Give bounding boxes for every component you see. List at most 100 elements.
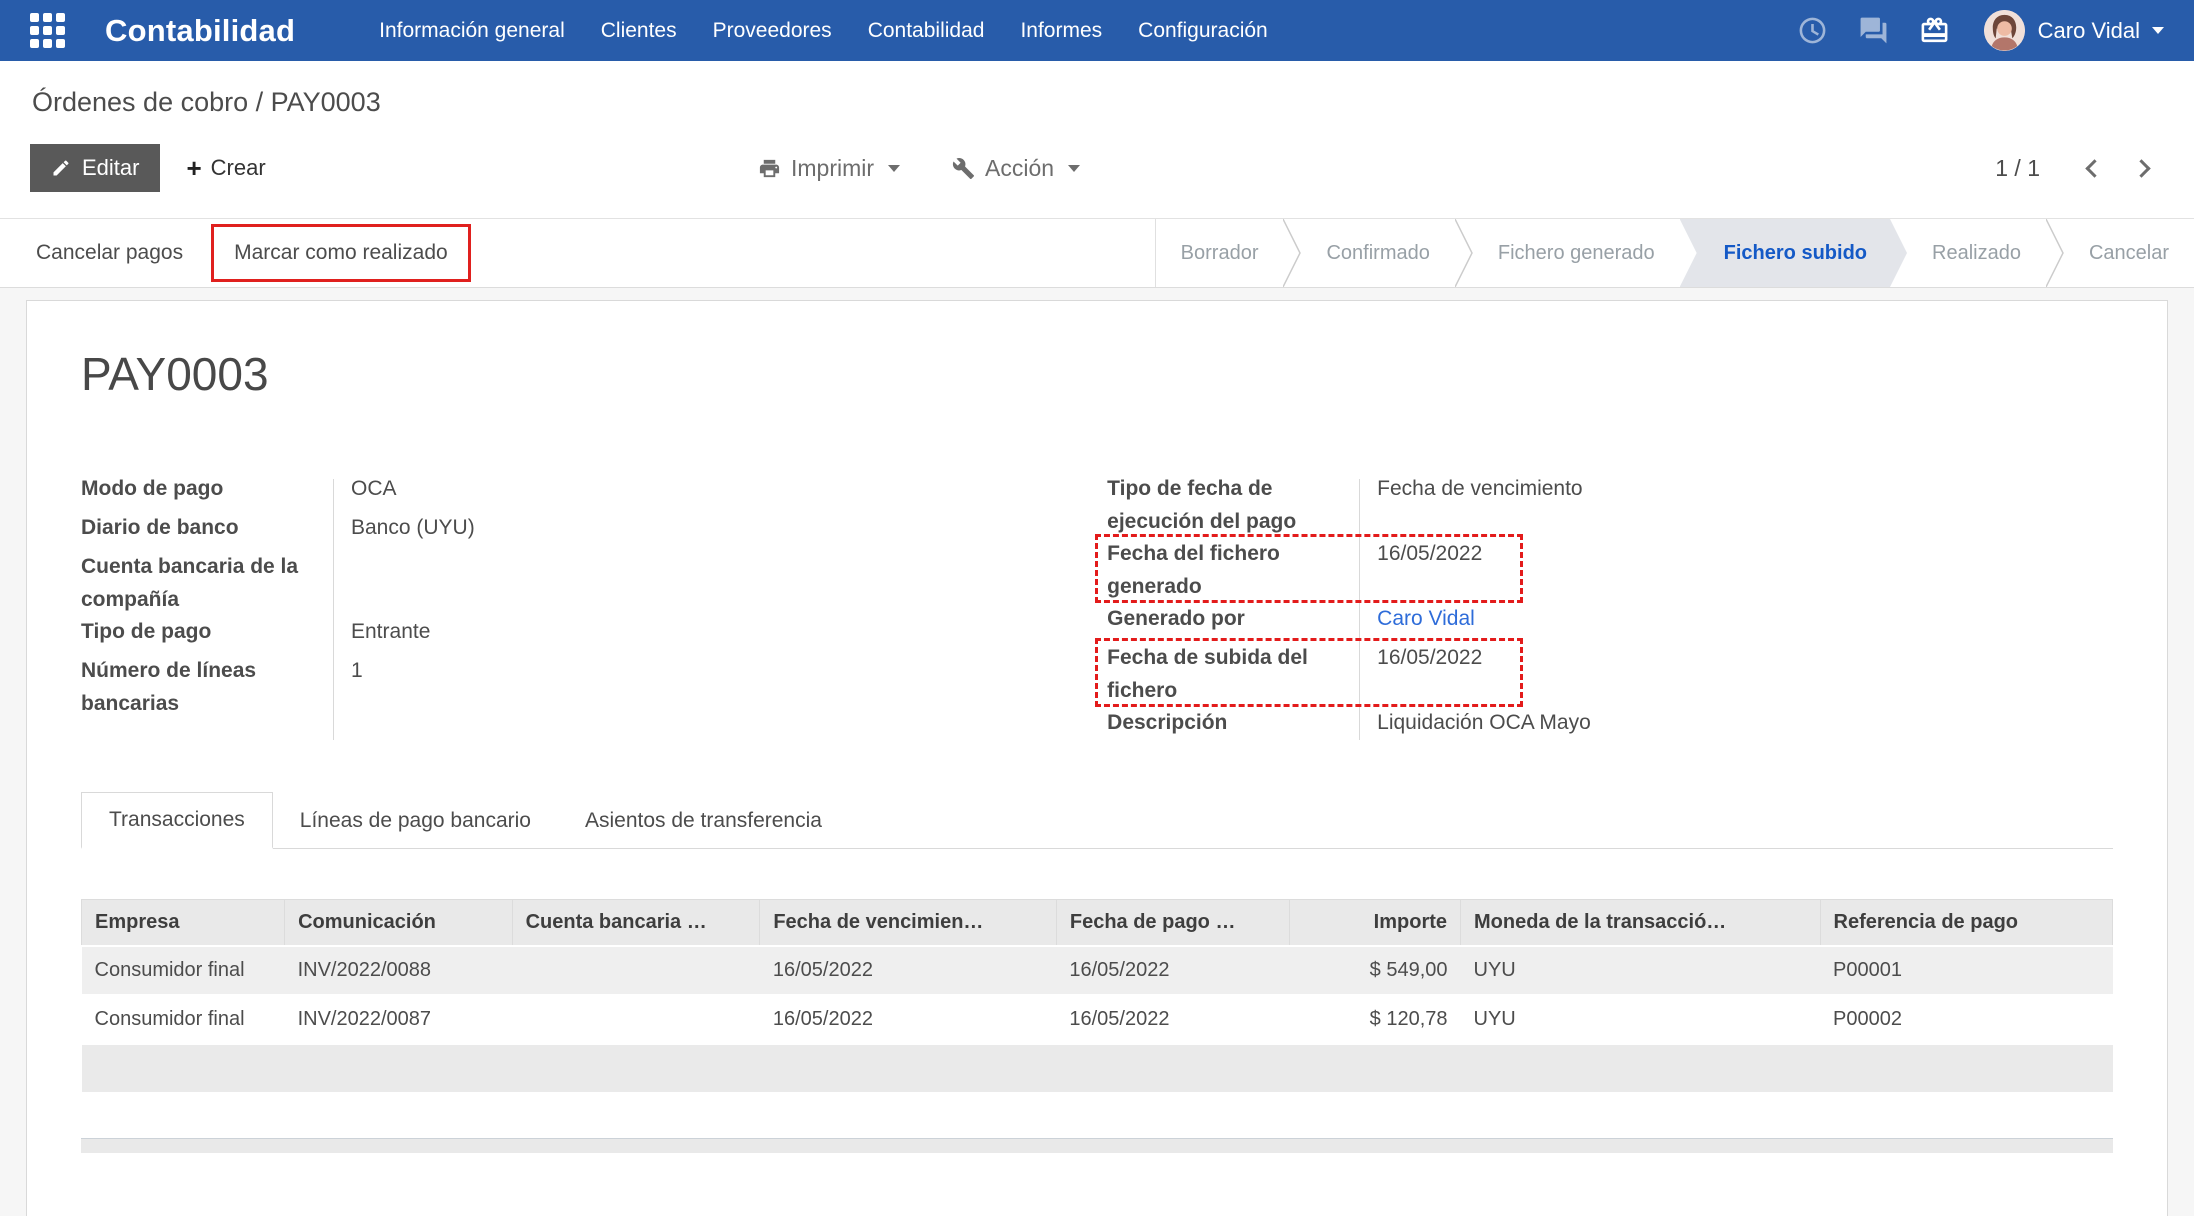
action-button[interactable]: Acción bbox=[952, 155, 1080, 182]
table-empty-row bbox=[82, 1044, 2113, 1092]
field-label: Modo de pago bbox=[81, 473, 333, 506]
print-button[interactable]: Imprimir bbox=[758, 155, 900, 182]
pager-previous-icon[interactable] bbox=[2085, 159, 2103, 177]
cell-fecha-vencimiento: 16/05/2022 bbox=[760, 946, 1057, 995]
table-row[interactable]: Consumidor final INV/2022/0087 16/05/202… bbox=[82, 995, 2113, 1044]
field-diario-de-banco: Diario de banco Banco (UYU) bbox=[81, 512, 1016, 551]
navbar-right: Caro Vidal bbox=[1767, 10, 2164, 51]
cell-moneda: UYU bbox=[1461, 995, 1820, 1044]
gift-icon[interactable] bbox=[1919, 15, 1950, 46]
field-generado-por: Generado por Caro Vidal bbox=[1107, 603, 1920, 642]
cell-moneda: UYU bbox=[1461, 946, 1820, 995]
column-header-referencia[interactable]: Referencia de pago bbox=[1820, 900, 2113, 947]
menu-clientes[interactable]: Clientes bbox=[583, 19, 695, 43]
form-sheet: PAY0003 Modo de pago OCA Diario de banco… bbox=[26, 300, 2168, 1216]
field-value: 16/05/2022 bbox=[1359, 642, 1482, 675]
cell-empresa: Consumidor final bbox=[82, 995, 285, 1044]
cell-fecha-pago: 16/05/2022 bbox=[1056, 946, 1290, 995]
column-header-empresa[interactable]: Empresa bbox=[82, 900, 285, 947]
step-cancelar[interactable]: Cancelar bbox=[2064, 219, 2194, 287]
column-header-fecha-vencimiento[interactable]: Fecha de vencimien… bbox=[760, 900, 1057, 947]
mark-done-button[interactable]: Marcar como realizado bbox=[220, 231, 462, 275]
menu-informacion-general[interactable]: Información general bbox=[361, 19, 583, 43]
step-separator bbox=[2046, 219, 2064, 287]
statusbar: Cancelar pagos Marcar como realizado Bor… bbox=[0, 218, 2194, 288]
column-header-fecha-pago[interactable]: Fecha de pago … bbox=[1056, 900, 1290, 947]
menu-proveedores[interactable]: Proveedores bbox=[695, 19, 850, 43]
cell-cuenta-bancaria bbox=[512, 995, 760, 1044]
avatar[interactable] bbox=[1984, 10, 2025, 51]
field-modo-de-pago: Modo de pago OCA bbox=[81, 473, 1016, 512]
menu-configuracion[interactable]: Configuración bbox=[1120, 19, 1286, 43]
field-label: Tipo de pago bbox=[81, 616, 333, 649]
printer-icon bbox=[758, 157, 781, 180]
field-fecha-fichero-generado: Fecha del fichero generado 16/05/2022 bbox=[1107, 538, 1920, 603]
column-header-importe[interactable]: Importe bbox=[1290, 900, 1461, 947]
field-label: Cuenta bancaria de la compañía bbox=[81, 551, 333, 616]
field-groups: Modo de pago OCA Diario de banco Banco (… bbox=[81, 473, 2113, 746]
cell-fecha-pago: 16/05/2022 bbox=[1056, 995, 1290, 1044]
cell-empresa: Consumidor final bbox=[82, 946, 285, 995]
field-value: Entrante bbox=[333, 616, 430, 649]
field-label: Fecha de subida del fichero bbox=[1107, 642, 1359, 707]
tab-asientos-transferencia[interactable]: Asientos de transferencia bbox=[558, 794, 849, 848]
menu-contabilidad[interactable]: Contabilidad bbox=[850, 19, 1003, 43]
field-group-right: Tipo de fecha de ejecución del pago Fech… bbox=[1107, 473, 1920, 746]
step-separator bbox=[1283, 219, 1301, 287]
cell-cuenta-bancaria bbox=[512, 946, 760, 995]
cell-comunicacion: INV/2022/0088 bbox=[285, 946, 512, 995]
cell-comunicacion: INV/2022/0087 bbox=[285, 995, 512, 1044]
field-tipo-de-pago: Tipo de pago Entrante bbox=[81, 616, 1016, 655]
column-header-cuenta-bancaria[interactable]: Cuenta bancaria … bbox=[512, 900, 760, 947]
pager-next-icon[interactable] bbox=[2132, 159, 2150, 177]
field-descripcion: Descripción Liquidación OCA Mayo bbox=[1107, 707, 1920, 746]
generated-by-link[interactable]: Caro Vidal bbox=[1359, 603, 1475, 636]
record-title: PAY0003 bbox=[81, 347, 2113, 401]
toolbar-center: Imprimir Acción bbox=[758, 155, 1080, 182]
menu-informes[interactable]: Informes bbox=[1002, 19, 1120, 43]
create-button-label: Crear bbox=[211, 155, 266, 181]
chevron-down-icon bbox=[888, 165, 900, 172]
field-tipo-fecha-ejecucion: Tipo de fecha de ejecución del pago Fech… bbox=[1107, 473, 1920, 538]
field-fecha-subida-fichero: Fecha de subida del fichero 16/05/2022 bbox=[1107, 642, 1920, 707]
field-label: Generado por bbox=[1107, 603, 1359, 636]
app-brand[interactable]: Contabilidad bbox=[105, 13, 295, 49]
step-fichero-subido[interactable]: Fichero subido bbox=[1680, 219, 1907, 287]
tab-transacciones[interactable]: Transacciones bbox=[81, 792, 273, 849]
print-button-label: Imprimir bbox=[791, 155, 874, 182]
field-label: Número de líneas bancarias bbox=[81, 655, 333, 720]
clock-icon[interactable] bbox=[1797, 15, 1828, 46]
pager: 1 / 1 bbox=[1995, 155, 2164, 182]
main-menu: Información general Clientes Proveedores… bbox=[361, 0, 1286, 61]
cancel-payments-button[interactable]: Cancelar pagos bbox=[22, 231, 197, 275]
breadcrumb[interactable]: Órdenes de cobro / PAY0003 bbox=[32, 87, 2164, 118]
field-label: Diario de banco bbox=[81, 512, 333, 545]
notebook-tabs: Transacciones Líneas de pago bancario As… bbox=[81, 792, 2113, 849]
cell-referencia: P00001 bbox=[1820, 946, 2113, 995]
transactions-table: Empresa Comunicación Cuenta bancaria … F… bbox=[81, 899, 2113, 1092]
field-group-left: Modo de pago OCA Diario de banco Banco (… bbox=[81, 473, 1016, 746]
field-label: Fecha del fichero generado bbox=[1107, 538, 1359, 603]
cell-importe: $ 549,00 bbox=[1290, 946, 1461, 995]
content-area: PAY0003 Modo de pago OCA Diario de banco… bbox=[0, 288, 2194, 1216]
step-confirmado[interactable]: Confirmado bbox=[1301, 219, 1454, 287]
tab-lineas-pago-bancario[interactable]: Líneas de pago bancario bbox=[273, 794, 558, 848]
bottom-strip bbox=[81, 1138, 2113, 1153]
column-header-moneda[interactable]: Moneda de la transacció… bbox=[1461, 900, 1820, 947]
chevron-down-icon bbox=[2152, 27, 2164, 34]
pager-count: 1 / 1 bbox=[1995, 155, 2040, 182]
chat-icon[interactable] bbox=[1858, 15, 1889, 46]
edit-button[interactable]: Editar bbox=[30, 144, 160, 192]
toolbar: Editar + Crear Imprimir Acción 1 / 1 bbox=[30, 144, 2164, 218]
field-value: 16/05/2022 bbox=[1359, 538, 1482, 571]
step-fichero-generado[interactable]: Fichero generado bbox=[1473, 219, 1680, 287]
apps-grid-icon[interactable] bbox=[30, 13, 65, 48]
step-borrador[interactable]: Borrador bbox=[1156, 219, 1284, 287]
table-row[interactable]: Consumidor final INV/2022/0088 16/05/202… bbox=[82, 946, 2113, 995]
user-menu[interactable]: Caro Vidal bbox=[2038, 18, 2140, 44]
step-realizado[interactable]: Realizado bbox=[1907, 219, 2046, 287]
statusbar-buttons: Cancelar pagos Marcar como realizado bbox=[0, 219, 1155, 287]
create-button[interactable]: + Crear bbox=[186, 155, 265, 181]
plus-icon: + bbox=[186, 155, 201, 181]
column-header-comunicacion[interactable]: Comunicación bbox=[285, 900, 512, 947]
